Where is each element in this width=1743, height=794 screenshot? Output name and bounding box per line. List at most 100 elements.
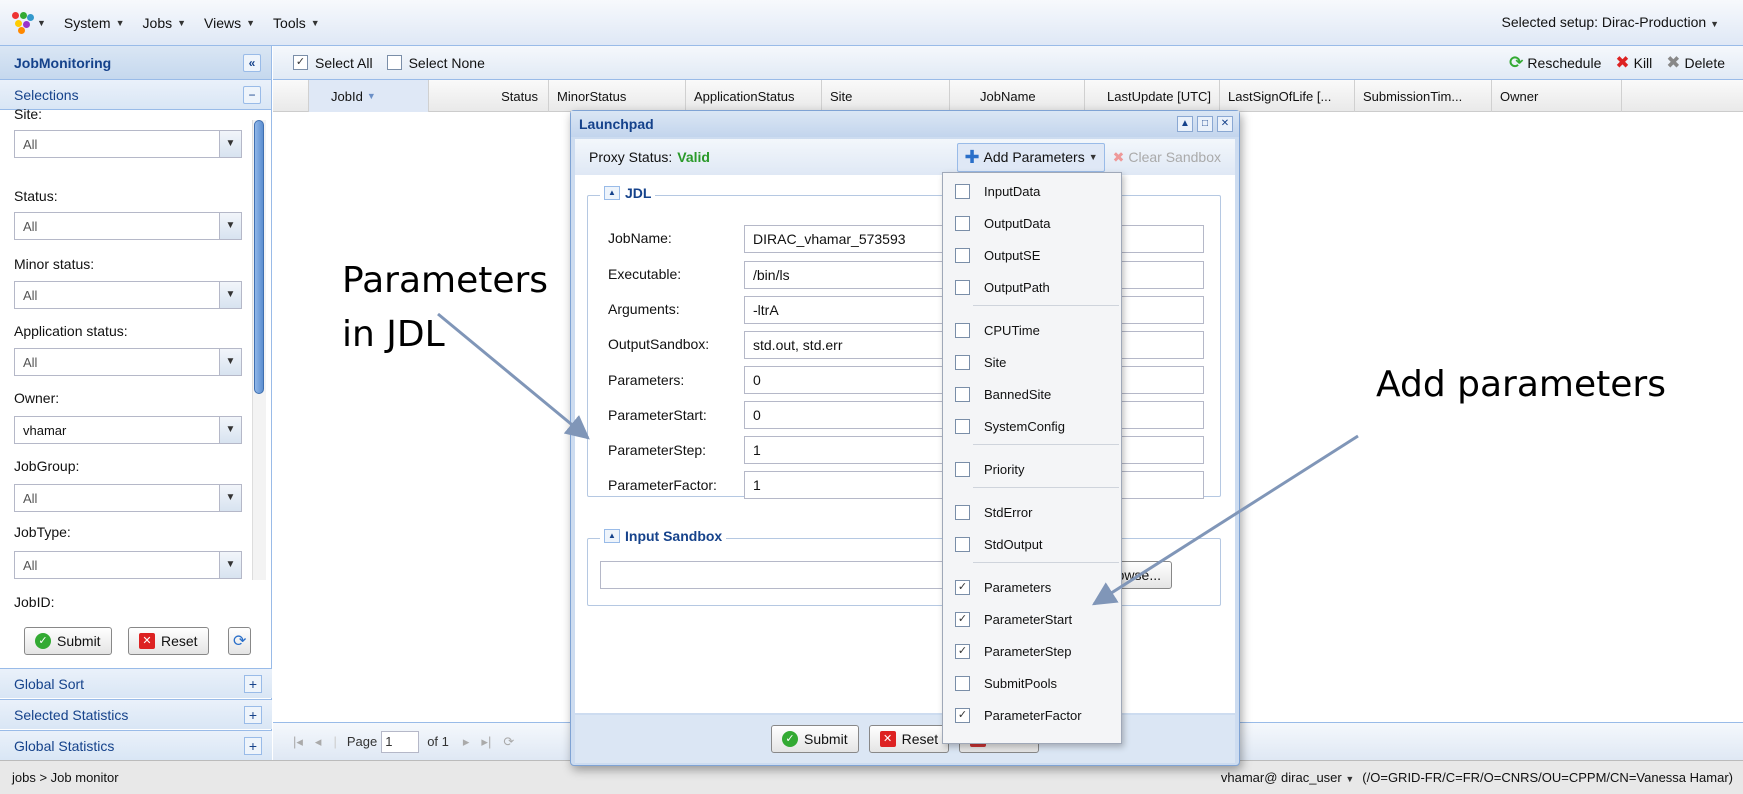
global-statistics-header[interactable]: Global Statistics + <box>0 730 272 760</box>
menu-item-outputse[interactable]: OutputSE <box>943 239 1121 271</box>
menu-item-checkbox[interactable] <box>955 183 970 199</box>
column-submissiontime[interactable]: SubmissionTim... <box>1355 80 1492 112</box>
refresh-button[interactable]: ⟳ <box>228 627 252 655</box>
menu-item-parameterstep[interactable]: ✓ ParameterStep <box>943 635 1121 667</box>
refresh-page-icon[interactable]: ⟳ <box>503 734 514 750</box>
collapse-selections-button[interactable]: − <box>243 86 261 104</box>
menu-item-checkbox[interactable] <box>955 386 970 402</box>
last-page-icon[interactable]: ▸| <box>481 734 491 750</box>
select-all-checkbox[interactable]: ✓ <box>293 55 308 70</box>
setup-selector[interactable]: Selected setup: Dirac-Production ▼ <box>1502 14 1719 30</box>
menu-item-priority[interactable]: Priority <box>943 453 1121 485</box>
first-page-icon[interactable]: |◂ <box>293 734 303 750</box>
column-jobid[interactable]: JobId ▼ <box>309 80 429 112</box>
owner-combo[interactable]: vhamar ▼ <box>14 416 242 444</box>
menu-item-checkbox[interactable] <box>955 675 970 691</box>
reschedule-button[interactable]: ⟳ Reschedule <box>1509 53 1601 73</box>
menu-item-checkbox[interactable] <box>955 504 970 520</box>
select-none-checkbox[interactable] <box>386 55 402 70</box>
chevron-down-icon[interactable]: ▼ <box>219 349 241 375</box>
close-window-icon[interactable]: ✕ <box>1217 116 1233 132</box>
kill-button[interactable]: ✖ Kill <box>1615 53 1652 73</box>
application-status-combo[interactable]: All ▼ <box>14 348 242 376</box>
launchpad-submit-button[interactable]: ✓ Submit <box>771 725 859 753</box>
selected-statistics-header[interactable]: Selected Statistics + <box>0 699 272 729</box>
reset-button[interactable]: ✕ Reset <box>128 627 209 655</box>
menu-item-checkbox[interactable]: ✓ <box>955 707 970 723</box>
collapse-panel-button[interactable]: « <box>243 54 261 72</box>
menu-item-checkbox[interactable] <box>955 322 970 338</box>
expand-icon[interactable]: + <box>244 706 262 724</box>
launchpad-reset-button[interactable]: ✕ Reset <box>868 725 950 753</box>
global-sort-header[interactable]: Global Sort + <box>0 668 272 698</box>
submit-button[interactable]: ✓ Submit <box>24 627 112 655</box>
page-number-input[interactable]: 1 <box>381 730 420 753</box>
menu-item-stderror[interactable]: StdError <box>943 496 1121 528</box>
expand-icon[interactable]: + <box>244 737 262 755</box>
menu-item-checkbox[interactable]: ✓ <box>955 579 970 595</box>
column-minorstatus[interactable]: MinorStatus <box>549 80 686 112</box>
scrollbar-thumb[interactable] <box>254 120 264 394</box>
chevron-down-icon[interactable]: ▼ <box>219 282 241 308</box>
menu-tools[interactable]: Tools ▼ <box>273 15 320 31</box>
chevron-down-icon[interactable]: ▼ <box>219 552 241 578</box>
column-status[interactable]: Status <box>429 80 549 112</box>
logo-menu-caret-icon[interactable]: ▼ <box>37 18 46 28</box>
menu-item-inputdata[interactable]: InputData <box>943 175 1121 207</box>
add-parameters-button[interactable]: ✚ Add Parameters ▼ <box>957 142 1105 172</box>
column-site[interactable]: Site <box>822 80 950 112</box>
clear-sandbox-button[interactable]: ✖ Clear Sandbox <box>1113 149 1221 166</box>
menu-item-cputime[interactable]: CPUTime <box>943 314 1121 346</box>
menu-system[interactable]: System ▼ <box>64 15 125 31</box>
menu-item-checkbox[interactable]: ✓ <box>955 611 970 627</box>
select-all-label[interactable]: Select All <box>315 55 373 71</box>
menu-item-site[interactable]: Site <box>943 346 1121 378</box>
chevron-down-icon[interactable]: ▼ <box>219 131 241 157</box>
next-page-icon[interactable]: ▸ <box>463 734 470 750</box>
minor-status-combo[interactable]: All ▼ <box>14 281 242 309</box>
menu-item-systemconfig[interactable]: SystemConfig <box>943 410 1121 442</box>
menu-item-checkbox[interactable] <box>955 215 970 231</box>
chevron-down-icon[interactable]: ▼ <box>219 213 241 239</box>
menu-item-checkbox[interactable]: ✓ <box>955 643 970 659</box>
select-none-label[interactable]: Select None <box>409 55 485 71</box>
menu-item-parameterstart[interactable]: ✓ ParameterStart <box>943 603 1121 635</box>
menu-item-parameterfactor[interactable]: ✓ ParameterFactor <box>943 699 1121 731</box>
row-checker-column[interactable] <box>273 80 309 112</box>
user-menu[interactable]: vhamar@ dirac_user ▼ <box>1221 770 1354 785</box>
jobtype-combo[interactable]: All ▼ <box>14 551 242 579</box>
prev-page-icon[interactable]: ◂ <box>315 734 322 750</box>
collapse-sandbox-icon[interactable]: ▲ <box>604 529 620 543</box>
menu-item-outputpath[interactable]: OutputPath <box>943 271 1121 303</box>
menu-jobs[interactable]: Jobs ▼ <box>143 15 187 31</box>
column-owner[interactable]: Owner <box>1492 80 1622 112</box>
column-applicationstatus[interactable]: ApplicationStatus <box>686 80 822 112</box>
jobgroup-combo[interactable]: All ▼ <box>14 484 242 512</box>
chevron-down-icon[interactable]: ▼ <box>219 417 241 443</box>
menu-item-parameters[interactable]: ✓ Parameters <box>943 571 1121 603</box>
menu-item-checkbox[interactable] <box>955 279 970 295</box>
maximize-window-icon[interactable]: □ <box>1197 116 1213 132</box>
status-combo[interactable]: All ▼ <box>14 212 242 240</box>
column-lastsignoflife[interactable]: LastSignOfLife [... <box>1220 80 1355 112</box>
launchpad-titlebar[interactable]: Launchpad <box>571 111 1239 137</box>
expand-icon[interactable]: + <box>244 675 262 693</box>
column-jobname[interactable]: JobName <box>950 80 1085 112</box>
column-lastupdate[interactable]: LastUpdate [UTC] <box>1085 80 1220 112</box>
menu-item-checkbox[interactable] <box>955 461 970 477</box>
menu-item-checkbox[interactable] <box>955 247 970 263</box>
menu-item-checkbox[interactable] <box>955 354 970 370</box>
collapse-jdl-icon[interactable]: ▲ <box>604 186 620 200</box>
dirac-logo-icon[interactable] <box>12 11 34 34</box>
menu-item-checkbox[interactable] <box>955 418 970 434</box>
delete-button[interactable]: ✖ Delete <box>1666 53 1725 73</box>
menu-item-bannedsite[interactable]: BannedSite <box>943 378 1121 410</box>
menu-item-submitpools[interactable]: SubmitPools <box>943 667 1121 699</box>
collapse-window-icon[interactable]: ▲ <box>1177 116 1193 132</box>
menu-item-outputdata[interactable]: OutputData <box>943 207 1121 239</box>
menu-views[interactable]: Views ▼ <box>204 15 255 31</box>
menu-item-checkbox[interactable] <box>955 536 970 552</box>
menu-item-stdoutput[interactable]: StdOutput <box>943 528 1121 560</box>
chevron-down-icon[interactable]: ▼ <box>219 485 241 511</box>
site-combo[interactable]: All ▼ <box>14 130 242 158</box>
